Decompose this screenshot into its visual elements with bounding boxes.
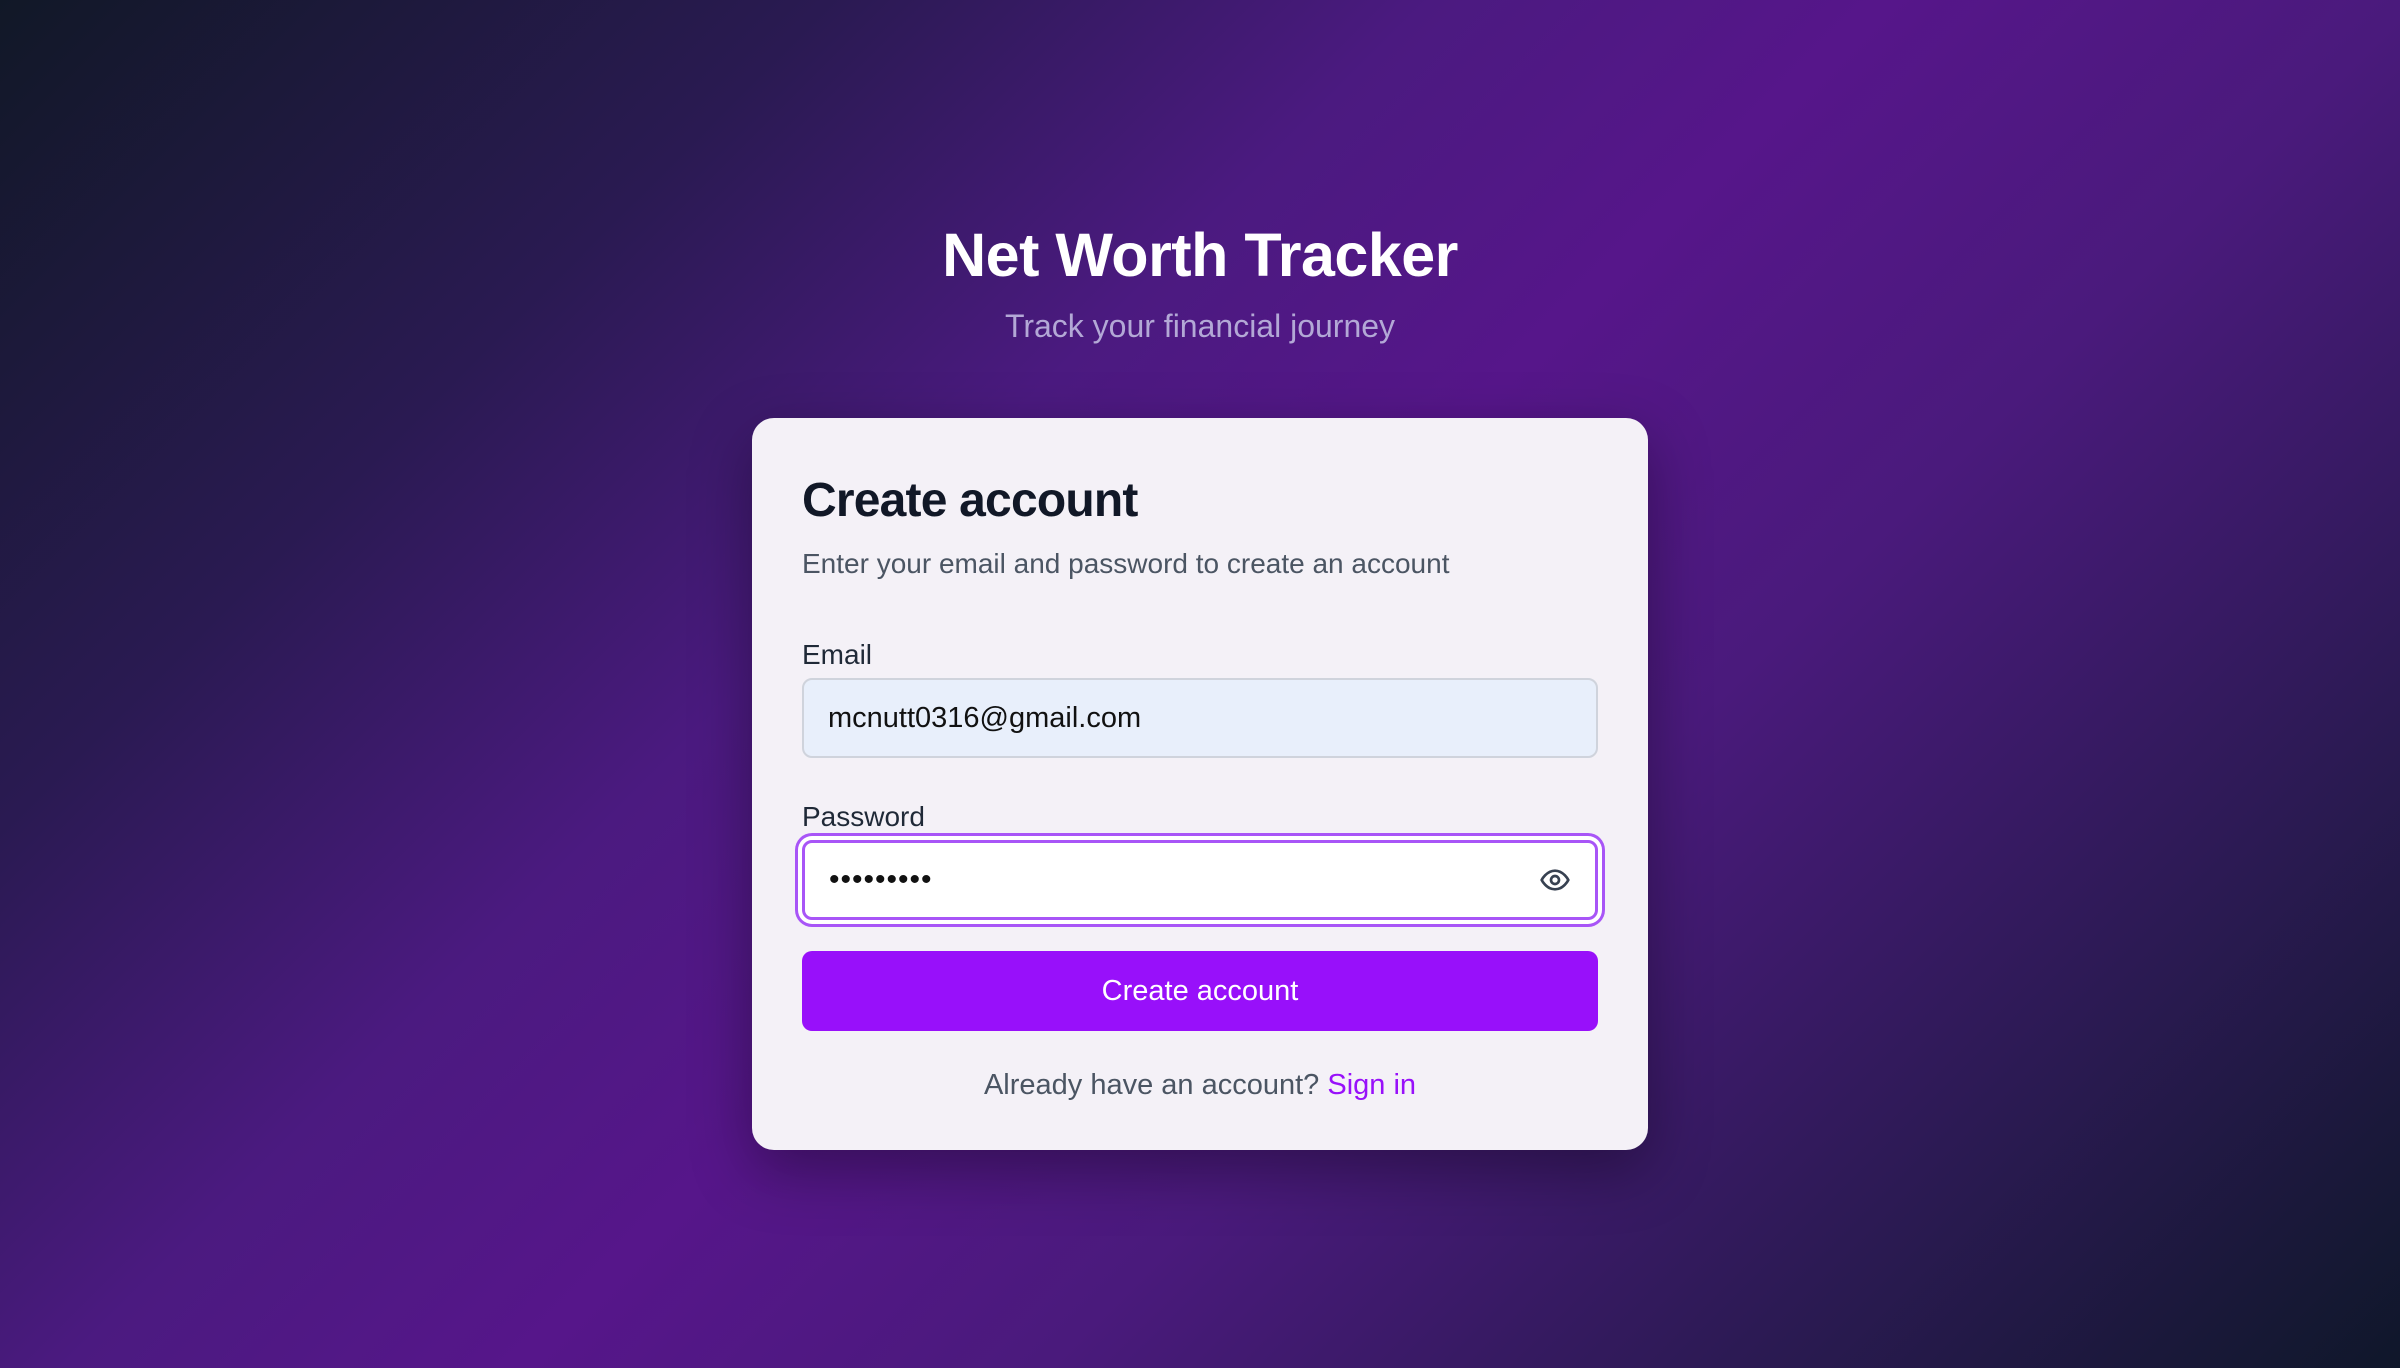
email-label: Email — [802, 639, 873, 670]
signin-prompt-text: Already have an account? — [983, 1069, 1320, 1101]
app-title: Net Worth Tracker — [942, 221, 1458, 289]
card-description: Enter your email and password to create … — [802, 548, 1450, 579]
app-header: Net Worth Tracker Track your financial j… — [0, 214, 2400, 348]
email-field[interactable]: mcnutt0316@gmail.com — [802, 678, 1598, 758]
password-value: ••••••••• — [829, 863, 933, 896]
create-account-button[interactable]: Create account — [802, 951, 1598, 1031]
card-title: Create account — [802, 474, 1138, 527]
signup-card: Create account Enter your email and pass… — [752, 418, 1648, 1150]
eye-icon[interactable] — [1535, 860, 1575, 900]
app-subtitle: Track your financial journey — [1004, 308, 1396, 344]
sign-in-link[interactable]: Sign in — [1327, 1069, 1416, 1101]
password-field[interactable]: ••••••••• — [802, 840, 1598, 920]
password-label: Password — [802, 801, 925, 832]
signin-prompt: Already have an account? Sign in — [802, 1065, 1598, 1105]
email-value: mcnutt0316@gmail.com — [828, 702, 1142, 734]
